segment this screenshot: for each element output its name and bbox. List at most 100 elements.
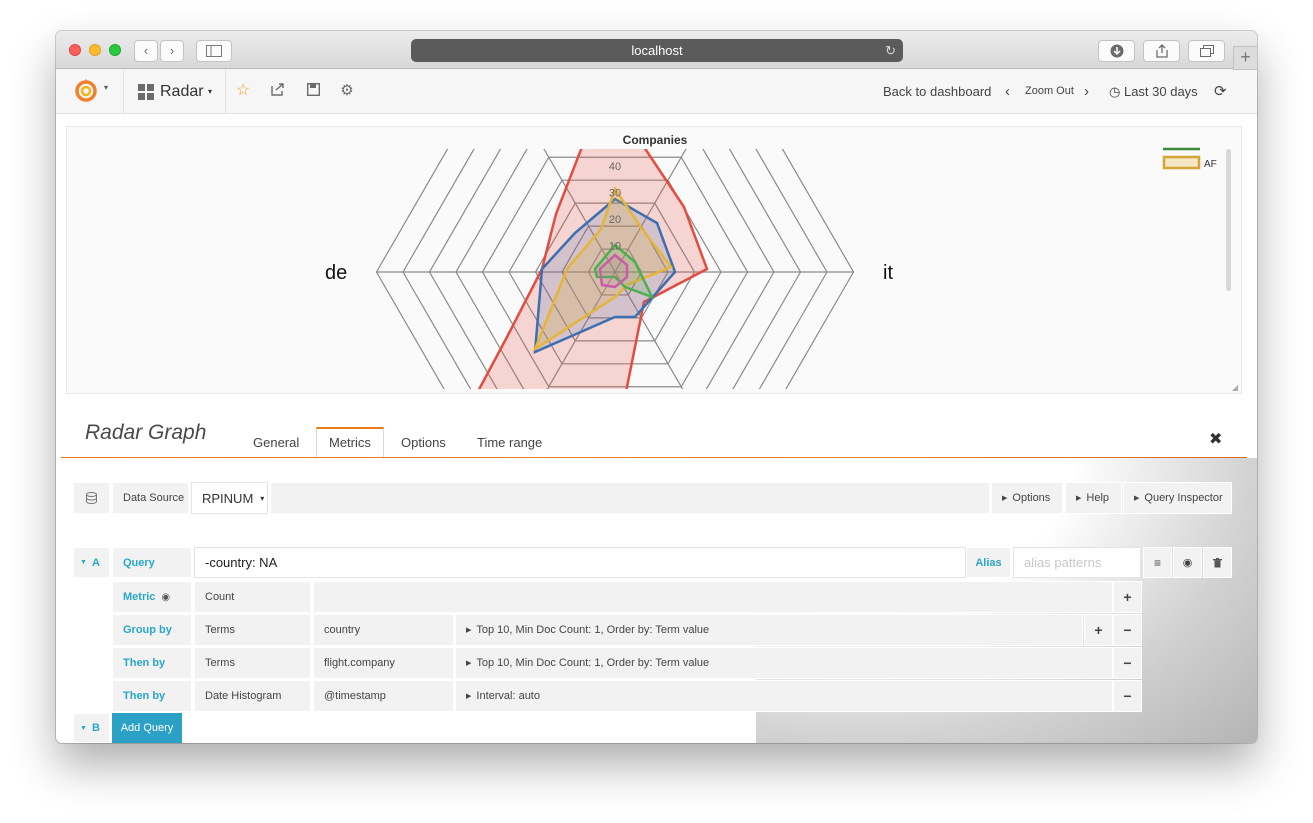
trash-icon[interactable] [1203, 547, 1232, 578]
editor-title: Radar Graph [85, 421, 207, 444]
datasource-value: RPINUM [202, 490, 254, 506]
minimize-window-button[interactable] [89, 44, 101, 56]
bucket-3-type[interactable]: Date Histogram [194, 680, 311, 712]
add-bucket-icon[interactable]: + [1084, 614, 1113, 646]
bucket-2-label: Then by [112, 647, 192, 679]
reload-icon[interactable]: ↻ [885, 39, 896, 62]
bucket-2-type[interactable]: Terms [194, 647, 311, 679]
add-query-button[interactable]: Add Query [112, 713, 182, 743]
query-input[interactable]: -country: NA [194, 547, 966, 578]
chevron-right-icon[interactable]: › [1084, 69, 1089, 114]
query-b-toggle[interactable]: ▼ B [73, 713, 110, 743]
dashboard-title: Radar [160, 83, 204, 100]
zoom-window-button[interactable] [109, 44, 121, 56]
axis-label-de: de [325, 262, 347, 284]
caret-right-icon: ▶ [1002, 495, 1008, 502]
eye-icon[interactable]: ◉ [1173, 547, 1202, 578]
caret-down-icon: ▼ [80, 559, 87, 566]
resize-handle-icon[interactable]: ◢ [1232, 383, 1238, 392]
time-picker[interactable]: ◷ Last 30 days [1109, 69, 1198, 114]
zoom-out-button[interactable]: Zoom Out [1025, 69, 1074, 114]
tab-general[interactable]: General [241, 427, 311, 459]
query-a-toggle[interactable]: ▼ A [73, 547, 110, 578]
tab-time-range[interactable]: Time range [465, 427, 554, 459]
bucket-3-settings-text: Interval: auto [476, 690, 540, 702]
share-button[interactable] [1143, 40, 1180, 62]
bucket-1-settings-text: Top 10, Min Doc Count: 1, Order by: Term… [476, 624, 710, 636]
datasource-select[interactable]: RPINUM ▾ [191, 482, 268, 514]
caret-down-icon: ▼ [80, 724, 87, 732]
caret-right-icon: ▶ [1076, 495, 1082, 502]
bucket-2-settings[interactable]: ▶ Top 10, Min Doc Count: 1, Order by: Ter… [455, 647, 1113, 679]
bucket-1-settings[interactable]: ▶ Top 10, Min Doc Count: 1, Order by: Ter… [455, 614, 1083, 646]
radar-tick-20: 20 [609, 214, 621, 226]
database-icon [73, 482, 110, 514]
bucket-1-label: Group by [112, 614, 192, 646]
bucket-1-type[interactable]: Terms [194, 614, 311, 646]
metric-label-text: Metric [123, 591, 156, 603]
datasource-spacer [270, 482, 990, 514]
radar-tick-40: 40 [609, 161, 621, 173]
chevron-left-icon[interactable]: ‹ [1005, 69, 1010, 114]
close-window-button[interactable] [69, 44, 81, 56]
remove-bucket-1-icon[interactable]: − [1113, 614, 1142, 646]
share-dashboard-icon[interactable] [269, 82, 287, 100]
query-ref: A [91, 556, 100, 569]
bucket-2-field[interactable]: flight.company [313, 647, 454, 679]
share-icon [1155, 44, 1168, 58]
bucket-1-field[interactable]: country [313, 614, 454, 646]
bucket-3-settings[interactable]: ▶ Interval: auto [455, 680, 1113, 712]
bucket-3-field[interactable]: @timestamp [313, 680, 454, 712]
address-bar[interactable]: localhost ↻ [411, 39, 903, 62]
remove-bucket-2-icon[interactable]: − [1113, 647, 1142, 679]
eye-icon[interactable]: ◉ [161, 592, 170, 603]
chevron-left-icon: ‹ [143, 43, 149, 58]
clock-icon: ◷ [1109, 84, 1121, 99]
chart-title: Companies [623, 133, 688, 147]
refresh-icon[interactable]: ⟳ [1214, 69, 1227, 114]
caret-right-icon: ▶ [466, 660, 472, 667]
grafana-logo-icon [75, 79, 97, 102]
caret-down-icon: ▾ [208, 87, 213, 96]
options-label: Options [1012, 492, 1051, 504]
share-arrow-icon [271, 83, 284, 96]
tabs-overview-button[interactable] [1188, 40, 1225, 62]
help-button[interactable]: ▶ Help [1065, 482, 1122, 514]
db-cylinder-icon [86, 492, 97, 504]
caret-down-icon: ▾ [260, 493, 265, 503]
remove-bucket-3-icon[interactable]: − [1113, 680, 1142, 712]
menu-icon[interactable]: ≡ [1143, 547, 1172, 578]
floppy-icon [306, 82, 320, 97]
alias-label: Alias [966, 547, 1011, 578]
tab-options[interactable]: Options [389, 427, 458, 459]
axis-label-it: it [883, 262, 893, 284]
grafana-menu-button[interactable]: ▾ [56, 69, 124, 114]
time-range-label: Last 30 days [1123, 84, 1198, 99]
close-editor-icon[interactable]: ✖ [1209, 429, 1222, 449]
metric-label: Metric ◉ [112, 581, 192, 613]
new-tab-button[interactable]: + [1233, 46, 1258, 70]
download-icon [1110, 44, 1123, 58]
legend-scrollbar[interactable] [1226, 149, 1231, 291]
query-label: Query [112, 547, 192, 578]
dashboard-picker[interactable]: Radar ▾ [124, 69, 226, 114]
screenshot-stage: { "browser": { "url": "localhost" }, "na… [0, 0, 1313, 823]
metric-type[interactable]: Count [194, 581, 311, 613]
sidebar-toggle-button[interactable] [196, 40, 232, 62]
radar-panel: Companies 10 20 30 40 de it AF ◢ [66, 126, 1242, 394]
alias-input[interactable]: alias patterns [1013, 547, 1141, 578]
save-icon[interactable] [304, 82, 322, 100]
add-metric-icon[interactable]: + [1113, 581, 1142, 613]
forward-button[interactable]: › [160, 40, 184, 62]
caret-right-icon: ▶ [1134, 495, 1140, 502]
query-inspector-button[interactable]: ▶ Query Inspector [1123, 482, 1232, 514]
gear-icon[interactable]: ⚙ [338, 82, 356, 100]
star-icon[interactable]: ☆ [234, 82, 252, 100]
options-button[interactable]: ▶ Options [991, 482, 1063, 514]
plus-icon: + [1240, 47, 1251, 67]
legend-series-2-swatch [1162, 155, 1201, 170]
downloads-button[interactable] [1098, 40, 1135, 62]
tab-metrics[interactable]: Metrics [316, 427, 384, 459]
back-to-dashboard-link[interactable]: Back to dashboard [883, 69, 991, 114]
back-button[interactable]: ‹ [134, 40, 158, 62]
